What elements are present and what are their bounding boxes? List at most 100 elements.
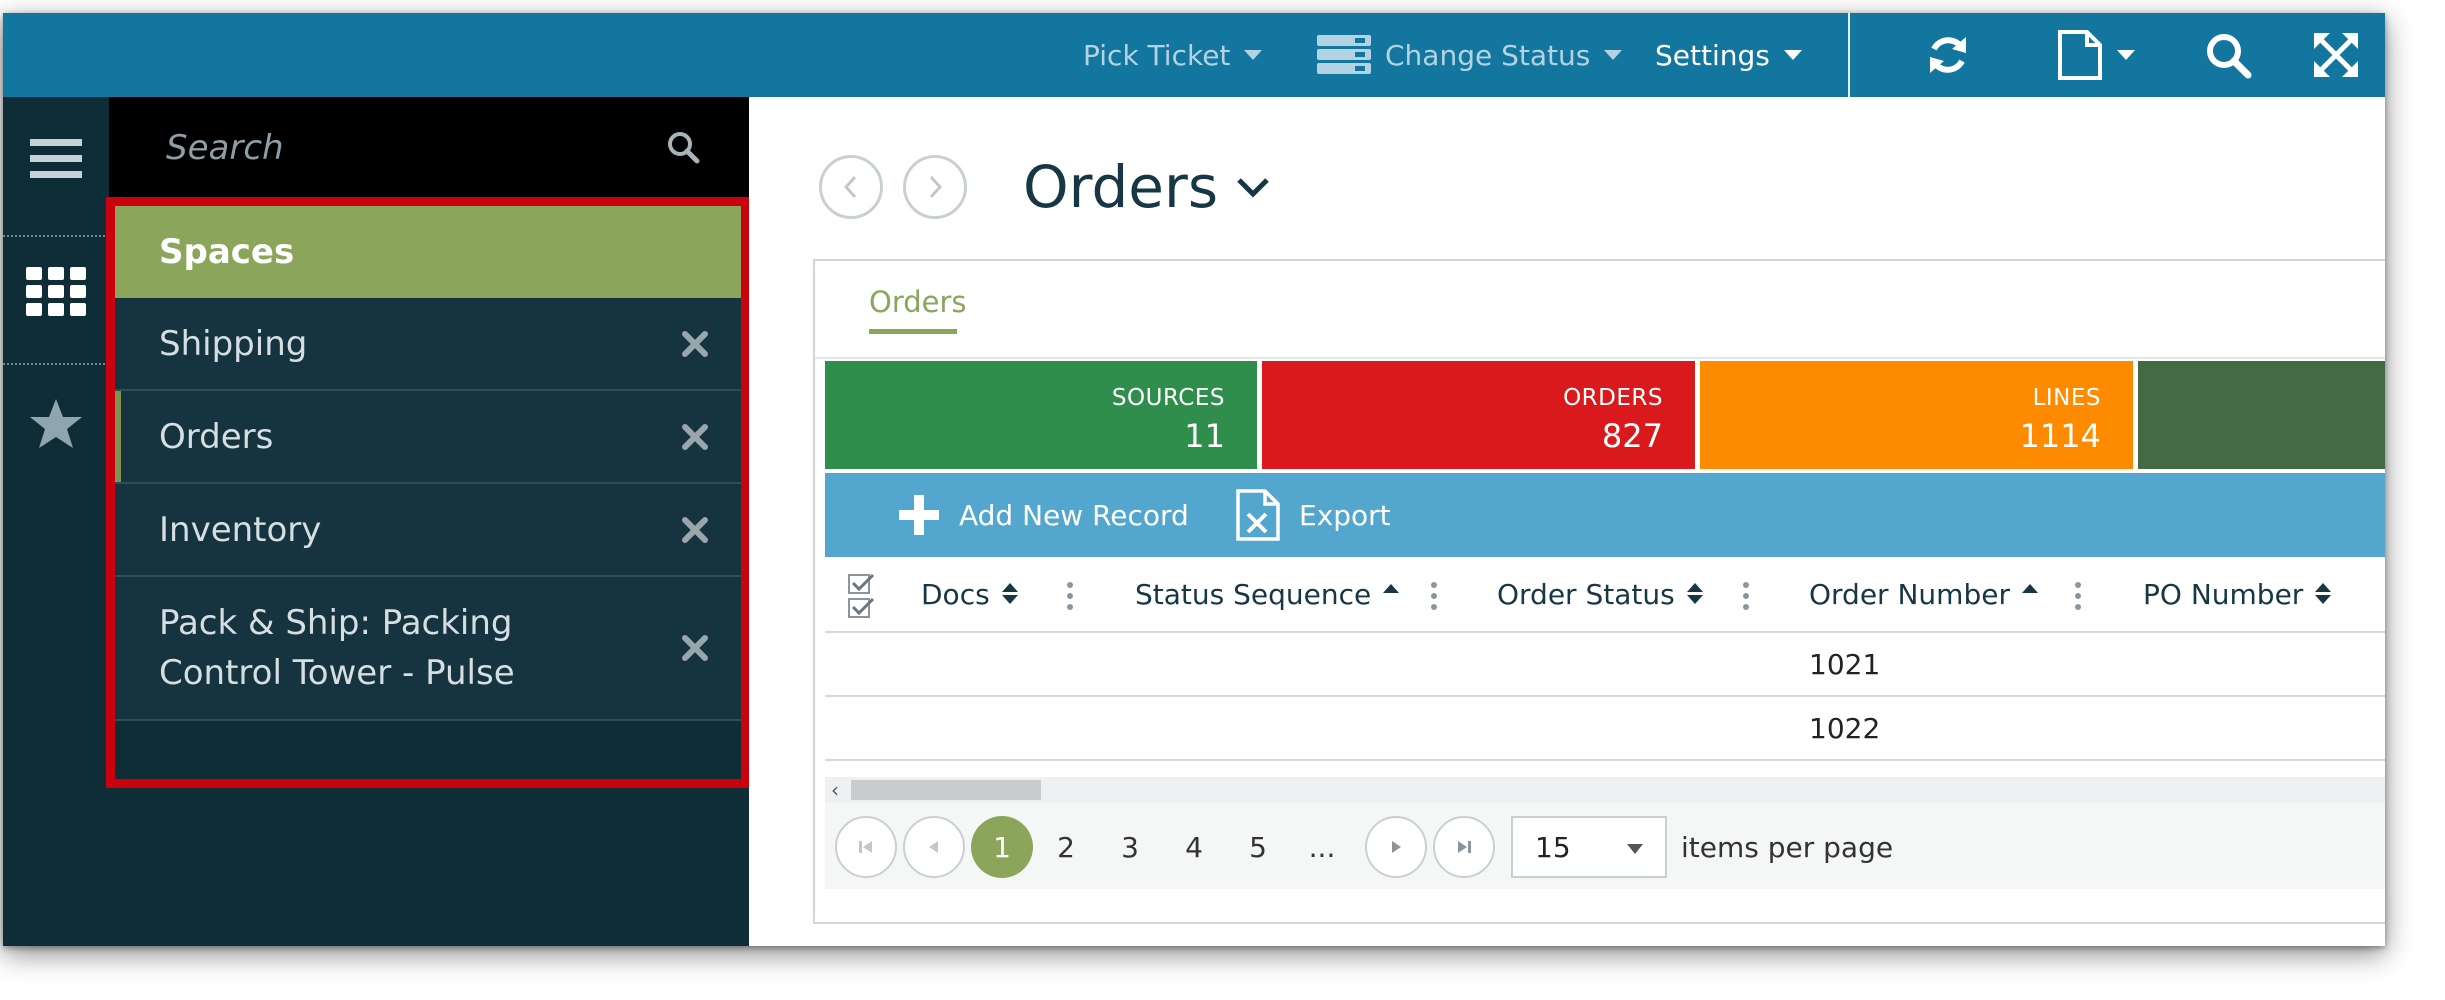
rail-divider — [3, 235, 109, 237]
sidebar-search-input[interactable] — [164, 121, 708, 175]
last-page-button[interactable] — [1433, 816, 1495, 878]
page-4-button[interactable]: 4 — [1163, 816, 1225, 878]
column-order-number[interactable]: Order Number — [1809, 557, 2038, 631]
chevron-down-icon — [1604, 50, 1623, 60]
table-row[interactable]: 1021 — [825, 633, 2385, 697]
last-page-icon — [1458, 841, 1471, 853]
chevron-down-icon — [2117, 50, 2135, 60]
server-status-icon — [1317, 35, 1371, 74]
sidebar-item-inventory[interactable]: Inventory — [115, 484, 741, 577]
toolbar-divider — [1848, 13, 1850, 97]
close-icon[interactable] — [679, 328, 711, 360]
column-po-number[interactable]: PO Number — [2143, 557, 2332, 631]
add-new-record-button[interactable]: Add New Record — [899, 473, 1189, 557]
tile-label: ORDERS — [1563, 385, 1663, 411]
pagination: 1 2 3 4 5 ... 15 items per page — [825, 803, 2385, 889]
close-icon[interactable] — [679, 514, 711, 546]
page-3-button[interactable]: 3 — [1099, 816, 1161, 878]
refresh-button[interactable] — [1921, 13, 1975, 97]
tab-active-indicator — [869, 329, 957, 334]
app-window: Pick Ticket Change Status Settings Searc… — [3, 13, 2385, 946]
fullscreen-button[interactable] — [2311, 13, 2361, 97]
sidebar-item-label: Pack & Ship: Packing Control Tower - Pul… — [159, 598, 659, 698]
apps-grid-icon — [26, 267, 86, 316]
page-2-button[interactable]: 2 — [1035, 816, 1097, 878]
next-page-icon — [1392, 841, 1401, 853]
column-menu-icon[interactable] — [1431, 582, 1437, 610]
forward-button[interactable] — [903, 155, 967, 219]
add-new-record-label: Add New Record — [959, 498, 1189, 532]
export-label: Export — [1299, 498, 1391, 532]
page-title[interactable]: Orders — [1023, 153, 1270, 221]
pick-ticket-menu[interactable]: Pick Ticket — [1083, 13, 1263, 97]
left-rail — [3, 97, 109, 946]
search-icon[interactable] — [665, 129, 701, 165]
column-status-sequence[interactable]: Status Sequence — [1135, 557, 1400, 631]
next-page-button[interactable] — [1365, 816, 1427, 878]
settings-menu[interactable]: Settings — [1655, 13, 1802, 97]
favorites-button[interactable] — [3, 397, 109, 451]
document-icon — [2058, 30, 2102, 80]
settings-label: Settings — [1655, 38, 1770, 72]
chevron-down-icon — [1783, 50, 1802, 60]
search-button[interactable] — [2201, 13, 2255, 97]
tab-orders[interactable]: Orders — [869, 285, 967, 319]
column-label: PO Number — [2143, 577, 2304, 611]
sidebar-item-label: Shipping — [159, 323, 308, 364]
page-title-text: Orders — [1023, 153, 1219, 221]
column-label: Docs — [921, 577, 990, 611]
horizontal-scrollbar[interactable]: ‹ — [825, 777, 2385, 803]
sidebar-item-label: Orders — [159, 416, 274, 457]
order-number-cell: 1022 — [1809, 711, 1881, 745]
column-docs[interactable]: Docs — [921, 557, 1018, 631]
export-button[interactable]: Export — [1235, 473, 1391, 557]
items-per-page-select[interactable]: 15 — [1511, 816, 1667, 878]
column-menu-icon[interactable] — [1067, 582, 1073, 610]
hamburger-menu-icon — [30, 139, 82, 178]
close-icon[interactable] — [679, 632, 711, 664]
chevron-right-icon — [929, 175, 943, 199]
apps-button[interactable] — [3, 267, 109, 317]
page-1-button[interactable]: 1 — [971, 816, 1033, 878]
order-number-cell: 1021 — [1809, 647, 1881, 681]
sort-ascending-icon — [2021, 582, 2038, 606]
table-row[interactable]: 1022 — [825, 697, 2385, 761]
sidebar-item-spaces[interactable]: Spaces — [115, 205, 741, 298]
select-all-checkbox-icon[interactable] — [847, 573, 877, 619]
sidebar-item-orders[interactable]: Orders — [115, 391, 741, 484]
change-status-menu[interactable]: Change Status — [1317, 13, 1623, 97]
items-per-page-label: items per page — [1681, 830, 1894, 864]
column-menu-icon[interactable] — [2075, 582, 2081, 610]
more-pages-button[interactable]: ... — [1291, 816, 1353, 878]
tile-sources[interactable]: SOURCES 11 — [825, 361, 1257, 469]
search-icon — [2207, 34, 2252, 79]
sidebar-item-pack-ship[interactable]: Pack & Ship: Packing Control Tower - Pul… — [115, 577, 741, 721]
column-order-status[interactable]: Order Status — [1497, 557, 1703, 631]
tile-label: LINES — [2032, 385, 2101, 411]
hamburger-menu-button[interactable] — [3, 137, 109, 181]
sidebar-item-label-line1: Pack & Ship: Packing — [159, 603, 513, 643]
sort-icon — [1686, 582, 1703, 606]
document-menu-button[interactable] — [2051, 13, 2141, 97]
pick-ticket-label: Pick Ticket — [1083, 38, 1231, 72]
close-icon[interactable] — [679, 421, 711, 453]
sidebar-item-shipping[interactable]: Shipping — [115, 298, 741, 391]
excel-file-icon — [1236, 489, 1280, 541]
tile-orders[interactable]: ORDERS 827 — [1262, 361, 1695, 469]
back-button[interactable] — [819, 155, 883, 219]
scroll-left-icon[interactable]: ‹ — [831, 777, 839, 803]
tile-partial[interactable] — [2138, 361, 2385, 469]
tile-value: 1114 — [2019, 417, 2101, 455]
spaces-sidebar: Spaces Shipping Orders Inventory Pack & … — [106, 97, 750, 946]
change-status-label: Change Status — [1385, 38, 1591, 72]
chevron-down-icon — [1627, 844, 1643, 854]
tile-lines[interactable]: LINES 1114 — [1700, 361, 2133, 469]
tile-value: 827 — [1601, 417, 1663, 455]
sort-icon — [2315, 582, 2332, 606]
scrollbar-thumb[interactable] — [851, 780, 1041, 800]
previous-page-button[interactable] — [903, 816, 965, 878]
column-menu-icon[interactable] — [1743, 582, 1749, 610]
first-page-button[interactable] — [835, 816, 897, 878]
top-toolbar: Pick Ticket Change Status Settings — [3, 13, 2385, 97]
page-5-button[interactable]: 5 — [1227, 816, 1289, 878]
